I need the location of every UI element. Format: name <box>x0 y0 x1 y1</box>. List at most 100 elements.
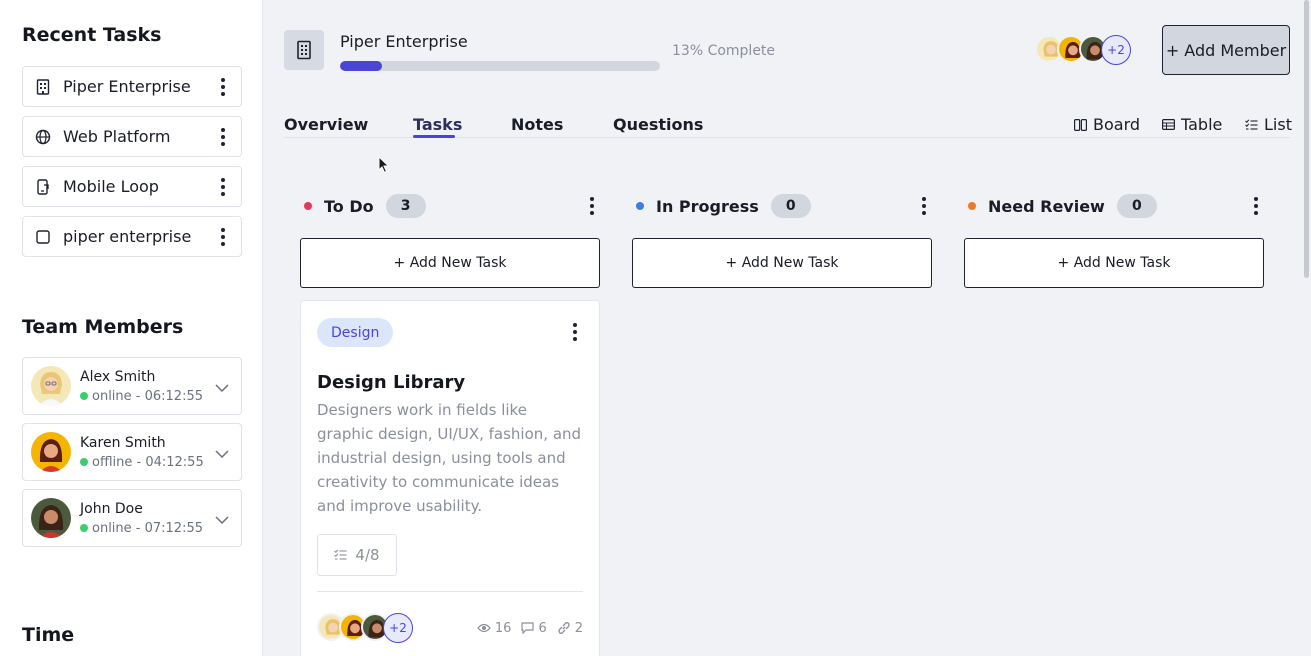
column-header-todo: To Do 3 <box>304 193 426 219</box>
online-dot-icon <box>80 524 88 532</box>
online-dot-icon <box>80 458 88 466</box>
tab-tasks[interactable]: Tasks <box>413 115 462 134</box>
team-members-heading: Team Members <box>22 316 184 338</box>
task-description: Designers work in fields like graphic de… <box>317 401 582 515</box>
member-status: online - 06:12:55 <box>80 389 215 404</box>
globe-icon <box>35 129 51 145</box>
more-options-icon[interactable] <box>213 77 233 97</box>
status-dot-icon <box>968 202 976 210</box>
building-icon <box>35 78 51 95</box>
task-assignees[interactable]: +2 <box>317 613 413 643</box>
member-status: online - 07:12:55 <box>80 521 215 536</box>
board-icon <box>1074 118 1087 131</box>
online-dot-icon <box>80 392 88 400</box>
column-title: Need Review <box>988 196 1105 216</box>
comments-stat: 6 <box>521 620 547 636</box>
card-more-options-icon[interactable] <box>565 322 585 342</box>
recent-item-label: Piper Enterprise <box>63 77 191 96</box>
view-table-label: Table <box>1181 115 1223 134</box>
avatar <box>31 432 71 472</box>
recent-item-label: piper enterprise <box>63 227 192 246</box>
more-options-icon[interactable] <box>213 127 233 147</box>
project-title: Piper Enterprise <box>340 32 468 51</box>
project-members-avatars[interactable]: +2 <box>1035 35 1131 65</box>
time-heading: Time <box>22 624 75 646</box>
tab-notes[interactable]: Notes <box>511 115 563 134</box>
column-more-options-icon[interactable] <box>1246 196 1266 216</box>
progress-bar <box>340 61 660 71</box>
comment-icon <box>521 622 535 634</box>
eye-icon <box>477 623 491 633</box>
sidebar: Recent Tasks Piper Enterprise Web Platfo… <box>0 0 263 656</box>
column-title: To Do <box>324 196 374 216</box>
recent-item-mobile-loop[interactable]: Mobile Loop <box>22 166 242 207</box>
status-dot-icon <box>636 202 644 210</box>
column-more-options-icon[interactable] <box>582 196 602 216</box>
table-icon <box>1162 119 1175 130</box>
more-options-icon[interactable] <box>213 177 233 197</box>
active-tab-indicator <box>413 135 455 138</box>
square-icon <box>35 229 51 245</box>
add-task-button-todo[interactable]: + Add New Task <box>300 238 600 288</box>
chevron-down-icon[interactable] <box>215 443 231 462</box>
avatar <box>31 366 71 406</box>
avatar <box>31 498 71 538</box>
more-members-badge[interactable]: +2 <box>1101 35 1131 65</box>
member-alex-smith[interactable]: Alex Smith online - 06:12:55 <box>22 357 242 415</box>
view-list-button[interactable]: List <box>1245 115 1292 134</box>
add-member-button[interactable]: + Add Member <box>1162 25 1290 75</box>
list-icon <box>1245 118 1258 131</box>
member-karen-smith[interactable]: Karen Smith offline - 04:12:55 <box>22 423 242 481</box>
views-stat: 16 <box>477 620 512 636</box>
column-count-badge: 3 <box>385 194 426 218</box>
task-tag: Design <box>317 318 394 347</box>
column-count-badge: 0 <box>770 194 811 218</box>
comments-count: 6 <box>538 620 547 636</box>
project-building-icon <box>284 30 324 70</box>
chevron-down-icon[interactable] <box>215 377 231 396</box>
link-icon <box>557 621 571 635</box>
checklist-progress: 4/8 <box>317 534 397 576</box>
member-name: John Doe <box>80 500 143 517</box>
view-list-label: List <box>1264 115 1292 134</box>
views-count: 16 <box>494 620 512 636</box>
view-table-button[interactable]: Table <box>1162 115 1222 134</box>
add-task-button-in-progress[interactable]: + Add New Task <box>632 238 932 288</box>
checklist-count: 4/8 <box>355 546 380 564</box>
member-name: Karen Smith <box>80 434 166 451</box>
recent-item-web-platform[interactable]: Web Platform <box>22 116 242 157</box>
checklist-icon <box>334 549 347 561</box>
add-task-button-need-review[interactable]: + Add New Task <box>964 238 1264 288</box>
links-stat: 2 <box>557 621 583 636</box>
member-status-text: online - 06:12:55 <box>92 388 203 404</box>
member-status: offline - 04:12:55 <box>80 455 215 470</box>
recent-item-piper-enterprise-2[interactable]: piper enterprise <box>22 216 242 257</box>
card-footer: +2 16 6 2 <box>317 613 583 643</box>
tab-overview[interactable]: Overview <box>284 115 368 134</box>
member-john-doe[interactable]: John Doe online - 07:12:55 <box>22 489 242 547</box>
column-header-in-progress: In Progress 0 <box>636 193 811 219</box>
recent-item-label: Web Platform <box>63 127 171 146</box>
recent-tasks-heading: Recent Tasks <box>22 24 162 46</box>
task-card[interactable]: Design Design Library Designers work in … <box>300 300 600 656</box>
mouse-cursor-icon <box>378 155 390 178</box>
task-stats: 16 6 2 <box>477 621 583 636</box>
column-header-need-review: Need Review 0 <box>968 193 1157 219</box>
scrollbar[interactable] <box>1304 0 1309 278</box>
progress-text: 13% Complete <box>672 43 776 59</box>
more-options-icon[interactable] <box>213 227 233 247</box>
more-assignees-badge[interactable]: +2 <box>383 613 413 643</box>
mobile-icon <box>35 178 51 195</box>
task-title: Design Library <box>317 372 466 393</box>
card-divider <box>317 591 583 592</box>
status-dot-icon <box>304 202 312 210</box>
chevron-down-icon[interactable] <box>215 509 231 528</box>
links-count: 2 <box>574 620 583 636</box>
tab-questions[interactable]: Questions <box>613 115 703 134</box>
column-more-options-icon[interactable] <box>914 196 934 216</box>
view-board-label: Board <box>1093 115 1141 134</box>
view-board-button[interactable]: Board <box>1074 115 1140 134</box>
recent-item-piper-enterprise[interactable]: Piper Enterprise <box>22 66 242 107</box>
recent-item-label: Mobile Loop <box>63 177 159 196</box>
column-count-badge: 0 <box>1116 194 1157 218</box>
